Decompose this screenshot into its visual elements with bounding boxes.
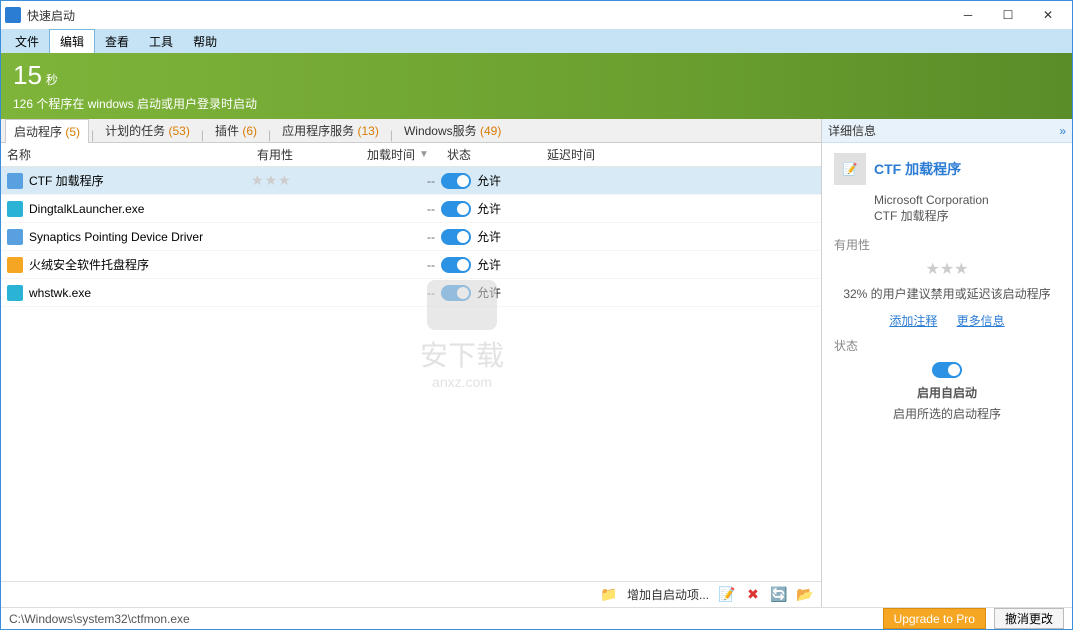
menubar: 文件 编辑 查看 工具 帮助 [1,29,1072,53]
add-startup-link[interactable]: 增加自启动项... [627,586,709,603]
row-icon [7,201,23,217]
row-name: Synaptics Pointing Device Driver [29,230,203,244]
row-toggle[interactable] [441,201,471,217]
col-name[interactable]: 名称 [7,146,257,163]
status-path: C:\Windows\system32\ctfmon.exe [9,612,190,626]
menu-file[interactable]: 文件 [5,30,49,53]
sort-arrow-icon: ▼ [419,149,429,160]
row-icon [7,257,23,273]
row-name: whstwk.exe [29,286,91,300]
window-title: 快速启动 [27,7,948,24]
tab-startup[interactable]: 启动程序 (5) [5,119,89,143]
row-state: 允许 [477,228,501,245]
grid-header: 名称 有用性 加载时间▼ 状态 延迟时间 [1,143,821,167]
row-toggle[interactable] [441,285,471,301]
refresh-icon[interactable]: 🔄 [771,587,787,603]
row-loadtime: -- [361,230,441,244]
tab-appservices[interactable]: 应用程序服务 (13) [273,118,388,142]
tab-scheduled[interactable]: 计划的任务 (53) [96,118,199,142]
menu-help[interactable]: 帮助 [183,30,227,53]
details-app-icon: 📝 [834,153,866,185]
link-add-comment[interactable]: 添加注释 [889,314,937,328]
table-row[interactable]: CTF 加载程序 ★★★-- 允许 [1,167,821,195]
row-state: 允许 [477,284,501,301]
cancel-button[interactable]: 撤消更改 [994,608,1064,629]
col-delay[interactable]: 延迟时间 [547,146,815,163]
summary-unit: 秒 [46,73,58,87]
usefulness-label: 有用性 [834,236,1060,253]
tabs: 启动程序 (5)| 计划的任务 (53)| 插件 (6)| 应用程序服务 (13… [1,119,821,143]
state-label: 状态 [834,337,1060,354]
row-loadtime: -- [361,174,441,188]
details-header: 详细信息 » [822,119,1072,143]
col-usefulness[interactable]: 有用性 [257,146,367,163]
row-toggle[interactable] [441,229,471,245]
details-state-primary: 启用自启动 [834,384,1060,401]
menu-edit[interactable]: 编辑 [49,29,95,54]
left-pane: 启动程序 (5)| 计划的任务 (53)| 插件 (6)| 应用程序服务 (13… [1,119,822,607]
row-toggle[interactable] [441,173,471,189]
close-button[interactable]: ✕ [1028,1,1068,29]
link-more-info[interactable]: 更多信息 [957,314,1005,328]
row-state: 允许 [477,172,501,189]
row-icon [7,285,23,301]
row-usefulness: ★★★ [251,172,361,189]
left-footer: 📁 增加自启动项... 📝 ✖ 🔄 📂 [1,581,821,607]
tab-winservices[interactable]: Windows服务 (49) [395,118,510,142]
minimize-button[interactable]: ─ [948,1,988,29]
col-loadtime[interactable]: 加载时间▼ [367,146,447,163]
col-state[interactable]: 状态 [447,146,547,163]
row-name: CTF 加载程序 [29,172,104,189]
details-state-toggle[interactable] [932,362,962,378]
details-vendor: Microsoft Corporation [874,193,1060,207]
details-note: 32% 的用户建议禁用或延迟该启动程序 [834,285,1060,302]
row-icon [7,173,23,189]
details-name: CTF 加载程序 [874,159,961,179]
tab-plugins[interactable]: 插件 (6) [206,118,266,142]
titlebar: 快速启动 ─ ☐ ✕ [1,1,1072,29]
summary-band: 15 秒 126 个程序在 windows 启动或用户登录时启动 [1,53,1072,119]
upgrade-button[interactable]: Upgrade to Pro [883,608,986,629]
menu-tools[interactable]: 工具 [139,30,183,53]
table-row[interactable]: DingtalkLauncher.exe -- 允许 [1,195,821,223]
row-loadtime: -- [361,286,441,300]
statusbar: C:\Windows\system32\ctfmon.exe Upgrade t… [1,607,1072,629]
app-icon [5,7,21,23]
menu-view[interactable]: 查看 [95,30,139,53]
row-icon [7,229,23,245]
row-state: 允许 [477,200,501,217]
maximize-button[interactable]: ☐ [988,1,1028,29]
details-stars: ★★★ [834,259,1060,279]
row-name: DingtalkLauncher.exe [29,202,144,216]
table-row[interactable]: Synaptics Pointing Device Driver -- 允许 [1,223,821,251]
delete-icon[interactable]: ✖ [745,587,761,603]
grid-rows: CTF 加载程序★★★--允许DingtalkLauncher.exe--允许S… [1,167,821,581]
details-desc: CTF 加载程序 [874,207,1060,224]
row-state: 允许 [477,256,501,273]
folder-icon[interactable]: 📁 [601,587,617,603]
table-row[interactable]: 火绒安全软件托盘程序 -- 允许 [1,251,821,279]
open-folder-icon[interactable]: 📂 [797,587,813,603]
details-title-label: 详细信息 [828,122,876,139]
details-pane: 详细信息 » 📝 CTF 加载程序 Microsoft Corporation … [822,119,1072,607]
summary-line: 126 个程序在 windows 启动或用户登录时启动 [13,95,257,112]
table-row[interactable]: whstwk.exe -- 允许 [1,279,821,307]
summary-value: 15 [13,60,42,90]
expand-icon[interactable]: » [1059,124,1066,138]
row-loadtime: -- [361,258,441,272]
details-state-sub: 启用所选的启动程序 [834,405,1060,422]
row-name: 火绒安全软件托盘程序 [29,256,149,273]
row-loadtime: -- [361,202,441,216]
edit-icon[interactable]: 📝 [719,587,735,603]
row-toggle[interactable] [441,257,471,273]
